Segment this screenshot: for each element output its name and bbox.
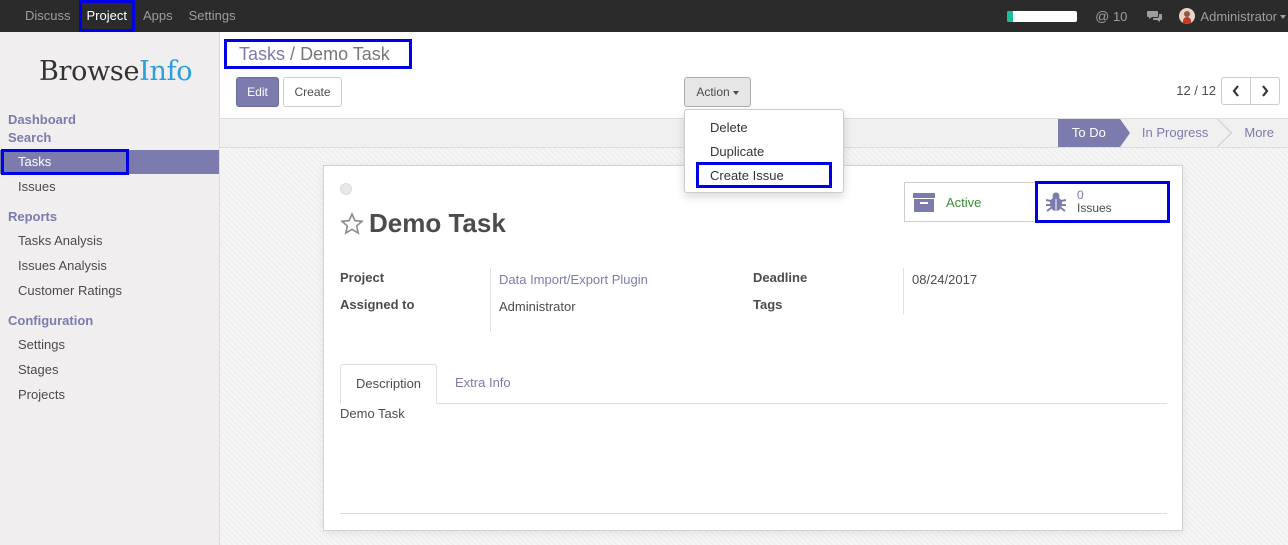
breadcrumb: Tasks / Demo Task [224, 39, 412, 69]
record-title-text: Demo Task [369, 208, 506, 238]
sidebar-item-search[interactable]: Search [8, 130, 51, 145]
at-icon: @ [1095, 8, 1110, 24]
tasks-highlight-box [1, 149, 129, 175]
menu-project[interactable]: Project [78, 0, 135, 32]
sidebar: BrowseInfo Dashboard Search Tasks Issues… [0, 32, 220, 545]
action-delete[interactable]: Delete [685, 116, 843, 140]
action-duplicate[interactable]: Duplicate [685, 140, 843, 164]
sidebar-item-projects[interactable]: Projects [0, 383, 219, 407]
breadcrumb-current: Demo Task [300, 44, 390, 64]
create-issue-highlight-box [696, 162, 832, 188]
logo-part-2: Info [139, 56, 193, 87]
field-divider [903, 268, 904, 314]
pager-value[interactable]: 12 / 12 [1176, 83, 1216, 98]
edit-button[interactable]: Edit [236, 77, 279, 107]
tab-description[interactable]: Description [340, 364, 438, 404]
field-divider [490, 268, 491, 332]
planner-progress-bar[interactable] [1007, 10, 1078, 22]
active-label: Active [946, 194, 982, 210]
systray: @ 10 Administrator [1007, 0, 1288, 32]
form-sheet: Demo Task Active 0 Issues Project Assign… [323, 165, 1183, 531]
notebook-tabs: Description Extra Info [340, 364, 1167, 404]
pager-next-button[interactable] [1250, 77, 1280, 105]
breadcrumb-separator: / [290, 44, 296, 64]
issues-text: 0 Issues [1077, 189, 1112, 215]
sidebar-item-issues-analysis[interactable]: Issues Analysis [0, 254, 219, 278]
record-title: Demo Task [340, 208, 506, 239]
sidebar-item-customer-ratings[interactable]: Customer Ratings [0, 279, 219, 303]
action-dropdown-menu: Delete Duplicate Create Issue [684, 109, 844, 193]
divider [340, 513, 1167, 514]
top-navbar: Discuss Project Apps Settings @ 10 Admin… [0, 0, 1288, 32]
stage-in-progress[interactable]: In Progress [1120, 118, 1233, 148]
caret-down-icon [732, 90, 739, 95]
tab-extra-info[interactable]: Extra Info [440, 364, 526, 404]
app-menu: Discuss Project Apps Settings [0, 0, 244, 32]
project-field[interactable]: Data Import/Export Plugin [499, 272, 648, 287]
chevron-right-icon [1262, 85, 1269, 97]
action-dropdown-button[interactable]: Action [684, 77, 751, 107]
control-panel: Tasks / Demo Task Edit Create Action 12 … [220, 32, 1288, 118]
assigned-to-label: Assigned to [340, 297, 415, 312]
chevron-left-icon [1232, 85, 1239, 97]
menu-settings[interactable]: Settings [181, 0, 244, 32]
logo-part-1: Browse [39, 56, 140, 87]
sidebar-item-tasks-analysis[interactable]: Tasks Analysis [0, 229, 219, 253]
stage-more[interactable]: More [1222, 119, 1288, 147]
sidebar-item-issues[interactable]: Issues [0, 175, 219, 199]
progress-fill [1007, 10, 1013, 22]
kanban-state-dot[interactable] [340, 183, 352, 195]
chat-icon[interactable] [1147, 10, 1163, 22]
sidebar-item-dashboard[interactable]: Dashboard [8, 112, 76, 127]
assigned-to-field[interactable]: Administrator [499, 299, 576, 314]
deadline-field[interactable]: 08/24/2017 [912, 272, 977, 287]
stage-in-progress-label: In Progress [1141, 125, 1209, 140]
sidebar-item-settings[interactable]: Settings [0, 333, 219, 357]
action-label: Action [696, 85, 730, 99]
description-content[interactable]: Demo Task [340, 406, 405, 421]
star-icon[interactable] [340, 211, 364, 236]
user-menu[interactable]: Administrator [1200, 9, 1286, 24]
breadcrumb-tasks-link[interactable]: Tasks [239, 44, 285, 64]
stage-todo[interactable]: To Do [1057, 119, 1130, 147]
stage-pipeline: To Do In Progress More [1057, 118, 1288, 148]
user-name: Administrator [1200, 8, 1277, 24]
archive-icon [913, 193, 935, 212]
project-label: Project [340, 270, 385, 285]
mail-counter[interactable]: @ 10 [1095, 8, 1127, 24]
sidebar-item-stages[interactable]: Stages [0, 358, 219, 382]
user-avatar[interactable] [1179, 8, 1196, 24]
sidebar-heading-reports: Reports [8, 209, 58, 224]
issues-label: Issues [1077, 201, 1112, 215]
sidebar-heading-configuration: Configuration [8, 313, 94, 328]
deadline-label: Deadline [753, 270, 808, 285]
tags-label: Tags [753, 297, 783, 312]
menu-discuss[interactable]: Discuss [17, 0, 79, 32]
issues-smart-button[interactable]: 0 Issues [1035, 181, 1170, 223]
create-button[interactable]: Create [283, 77, 342, 107]
chevron-down-icon [1280, 15, 1286, 20]
active-toggle-button[interactable]: Active [905, 183, 1037, 221]
menu-apps[interactable]: Apps [135, 0, 181, 32]
smart-buttons: Active 0 Issues [904, 181, 1170, 223]
mail-count: 10 [1112, 9, 1128, 24]
pager-previous-button[interactable] [1221, 77, 1251, 105]
company-logo: BrowseInfo [39, 56, 193, 87]
bug-icon [1045, 192, 1067, 212]
